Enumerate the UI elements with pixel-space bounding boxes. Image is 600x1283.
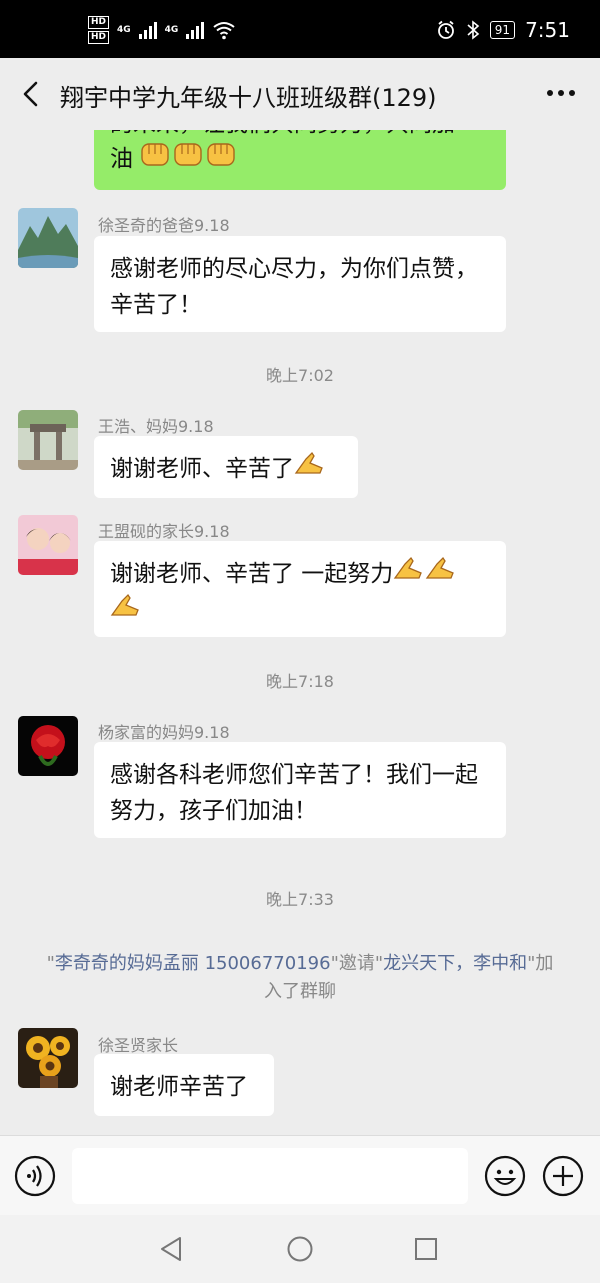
message-bubble[interactable]: 谢老师辛苦了 — [94, 1054, 274, 1116]
rose-avatar-icon — [18, 716, 78, 776]
wifi-icon — [213, 22, 235, 40]
system-message: "李奇奇的妈妈孟丽 15006770196"邀请"龙兴天下，李中和"加入了群聊 — [40, 950, 560, 1006]
mountain-avatar-icon — [18, 208, 78, 268]
message-text: 谢谢老师、辛苦了 一起努力 — [110, 561, 394, 587]
gate-avatar-icon — [18, 410, 78, 470]
status-bar: HD HD 4G 4G 91 7:51 — [0, 0, 600, 58]
chat-title: 翔宇中学九年级十八班班级群(129) — [60, 84, 437, 112]
message-bubble[interactable]: 谢谢老师、辛苦了 — [94, 436, 358, 498]
message-text-line2: 油 — [110, 146, 133, 172]
emoji-icon[interactable] — [484, 1155, 526, 1197]
nav-back-icon[interactable] — [158, 1235, 186, 1263]
message-text: 谢谢老师、辛苦了 — [110, 456, 294, 482]
battery-indicator: 91 — [489, 21, 516, 39]
sender-name: 王盟砚的家长9.18 — [98, 522, 230, 541]
input-bar — [0, 1135, 600, 1216]
ok-hand-emoji-icon — [294, 451, 324, 488]
signal-bars-2-icon — [186, 21, 205, 39]
portrait-avatar-icon — [18, 515, 78, 575]
message-bubble[interactable]: 感谢各科老师您们辛苦了！我们一起努力，孩子们加油！ — [94, 742, 506, 838]
clock: 7:51 — [525, 18, 570, 42]
system-quote: " — [374, 953, 384, 974]
bluetooth-icon — [467, 20, 480, 40]
signal-bars-1-icon — [138, 21, 157, 39]
message-bubble-self[interactable]: 的未来，让我们共同努力，共同加 油 — [94, 130, 506, 190]
network-type-1: 4G — [117, 25, 131, 35]
timestamp: 晚上7:02 — [266, 366, 334, 385]
nav-recent-icon[interactable] — [414, 1237, 438, 1261]
hd-badge-1: HD — [88, 16, 110, 29]
message-text: 感谢老师的尽心尽力，为你们点赞，辛苦了！ — [110, 256, 478, 318]
chat-area[interactable]: 的未来，让我们共同努力，共同加 油 徐圣奇的爸爸9.18 — [0, 130, 600, 1135]
inviter-link[interactable]: 李奇奇的妈妈孟丽 15006770196 — [55, 953, 331, 974]
timestamp: 晚上7:18 — [266, 672, 334, 691]
timestamp: 晚上7:33 — [266, 890, 334, 909]
fist-emoji-icon — [140, 140, 238, 179]
message-bubble[interactable]: 谢谢老师、辛苦了 一起努力 — [94, 541, 506, 637]
alarm-icon — [437, 20, 454, 39]
message-input[interactable] — [72, 1148, 468, 1204]
avatar[interactable] — [18, 716, 78, 776]
sender-name: 徐圣贤家长 — [98, 1036, 179, 1055]
message-text: 感谢各科老师您们辛苦了！我们一起努力，孩子们加油！ — [110, 762, 478, 824]
message-text: 谢老师辛苦了 — [110, 1074, 248, 1100]
chat-header: 翔宇中学九年级十八班班级群(129) — [0, 58, 600, 130]
status-right: 91 7:51 — [436, 18, 570, 42]
avatar[interactable] — [18, 410, 78, 470]
invitee-link[interactable]: 龙兴天下，李中和 — [383, 953, 527, 974]
hd-badge-2: HD — [88, 31, 110, 44]
more-dots-icon[interactable] — [546, 88, 576, 98]
system-verb: 邀请 — [338, 953, 375, 974]
sender-name: 王浩、妈妈9.18 — [98, 417, 214, 436]
network-type-2: 4G — [164, 25, 179, 35]
chevron-left-icon[interactable] — [16, 76, 46, 112]
sender-name: 杨家富的妈妈9.18 — [98, 723, 230, 742]
system-quote: " — [46, 953, 55, 974]
voice-icon[interactable] — [14, 1155, 56, 1197]
avatar[interactable] — [18, 208, 78, 268]
ok-hand-emoji-icon — [110, 593, 140, 630]
sender-name: 徐圣奇的爸爸9.18 — [98, 216, 230, 235]
ok-hand-emoji-icon — [393, 556, 455, 593]
system-quote: " — [330, 953, 339, 974]
message-bubble[interactable]: 感谢老师的尽心尽力，为你们点赞，辛苦了！ — [94, 236, 506, 332]
system-nav-bar — [0, 1215, 600, 1283]
nav-home-icon[interactable] — [286, 1235, 314, 1263]
avatar[interactable] — [18, 1028, 78, 1088]
sunflower-avatar-icon — [18, 1028, 78, 1088]
plus-icon[interactable] — [542, 1155, 584, 1197]
signal-indicators: HD HD 4G 4G — [88, 16, 236, 44]
avatar[interactable] — [18, 515, 78, 575]
